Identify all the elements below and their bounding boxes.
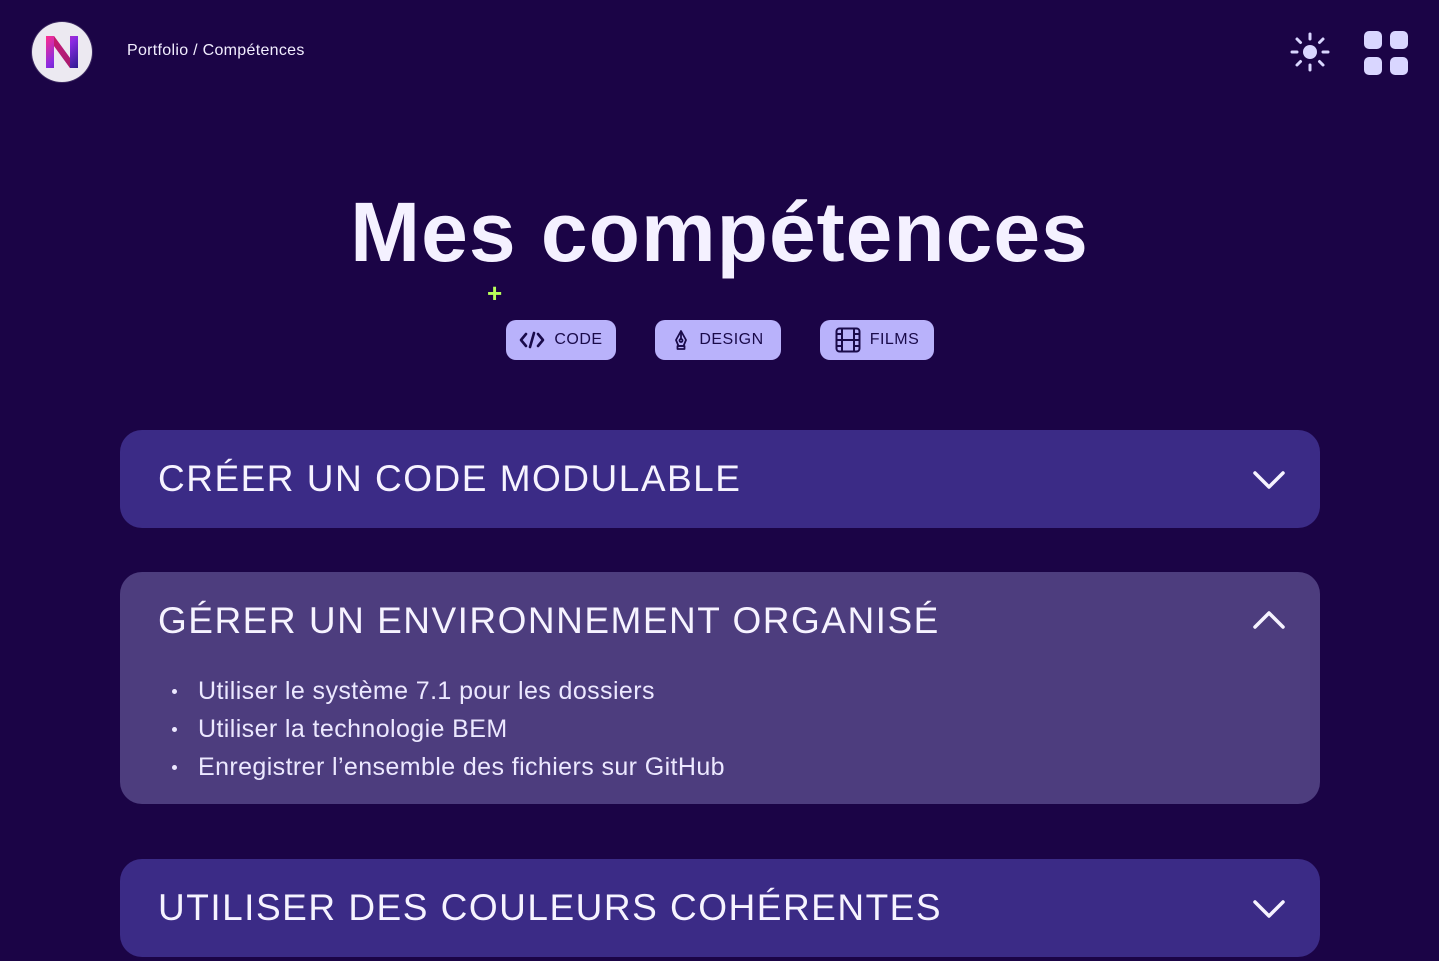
- filter-films-label: FILMS: [869, 331, 920, 348]
- site-header: Portfolio / Compétences: [0, 0, 1439, 104]
- accordion-title: CRÉER UN CODE MODULABLE: [158, 458, 742, 499]
- accordion-create-modular-code[interactable]: CRÉER UN CODE MODULABLE: [120, 430, 1320, 528]
- accordion-manage-organized-environment[interactable]: GÉRER UN ENVIRONNEMENT ORGANISÉ Utiliser…: [120, 572, 1320, 804]
- filter-code-label: CODE: [554, 331, 603, 348]
- list-item: Utiliser la technologie BEM: [172, 710, 725, 748]
- pen-nib-icon: [675, 330, 688, 350]
- accordion-content-list: Utiliser le système 7.1 pour les dossier…: [172, 672, 725, 786]
- crosshair-cursor-icon: +: [487, 278, 503, 308]
- filter-bar: CODE DESIGN FILMS: [0, 320, 1439, 360]
- menu-button[interactable]: [1364, 31, 1408, 75]
- filter-design-label: DESIGN: [699, 331, 764, 348]
- accordion-title: UTILISER DES COULEURS COHÉRENTES: [158, 887, 943, 928]
- code-icon: [520, 331, 545, 349]
- filter-design-button[interactable]: DESIGN: [655, 320, 781, 360]
- logo[interactable]: [32, 22, 92, 82]
- n-logo-icon: [46, 36, 78, 68]
- sun-icon: [1290, 32, 1330, 72]
- list-item: Enregistrer l’ensemble des fichiers sur …: [172, 748, 725, 786]
- filter-code-button[interactable]: CODE: [506, 320, 616, 360]
- chevron-up-icon[interactable]: [1252, 606, 1286, 636]
- accordion-title: GÉRER UN ENVIRONNEMENT ORGANISÉ: [158, 600, 940, 641]
- page-title: Mes compétences: [350, 185, 1089, 279]
- chevron-down-icon[interactable]: [1252, 464, 1286, 494]
- accordion-coherent-colors[interactable]: UTILISER DES COULEURS COHÉRENTES: [120, 859, 1320, 957]
- breadcrumb: Portfolio / Compétences: [127, 42, 305, 59]
- list-item: Utiliser le système 7.1 pour les dossier…: [172, 672, 725, 710]
- filter-films-button[interactable]: FILMS: [820, 320, 934, 360]
- chevron-down-icon[interactable]: [1252, 893, 1286, 923]
- theme-toggle-button[interactable]: [1289, 31, 1331, 73]
- film-icon: [835, 327, 861, 353]
